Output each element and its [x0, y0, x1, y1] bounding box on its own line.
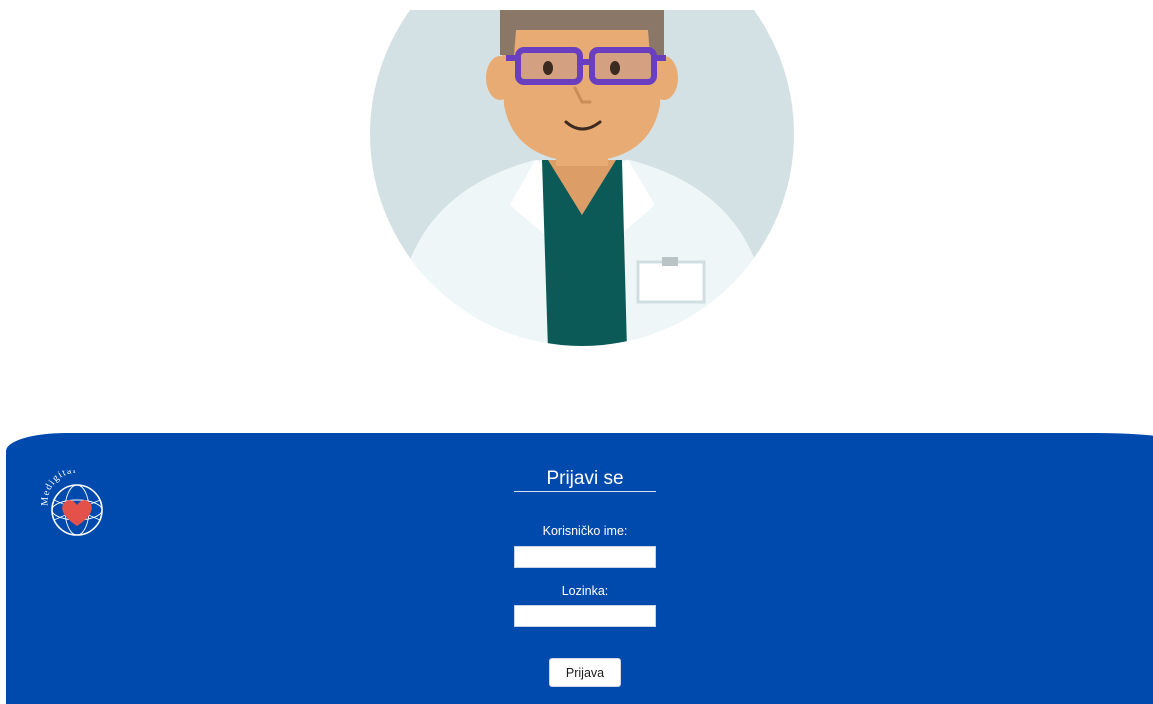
coat-badge-clip [662, 257, 678, 266]
doctor-eye-left [543, 61, 553, 75]
username-input[interactable] [514, 546, 656, 568]
login-form-title: Prijavi se [546, 468, 624, 489]
doctor-head [500, 10, 664, 162]
password-input[interactable] [514, 605, 656, 627]
title-underline [514, 491, 656, 492]
doctor-avatar-icon [370, 10, 794, 346]
doctor-avatar [370, 10, 794, 350]
coat-badge [636, 260, 706, 304]
login-page: Medigital Prijavi se Korisničko ime: Loz… [0, 0, 1153, 704]
username-label: Korisničko ime: [542, 524, 628, 538]
password-label: Lozinka: [561, 584, 609, 598]
login-submit-button[interactable]: Prijava [549, 658, 621, 687]
medigital-logo-icon: Medigital [40, 470, 103, 536]
doctor-eye-right [610, 61, 620, 75]
